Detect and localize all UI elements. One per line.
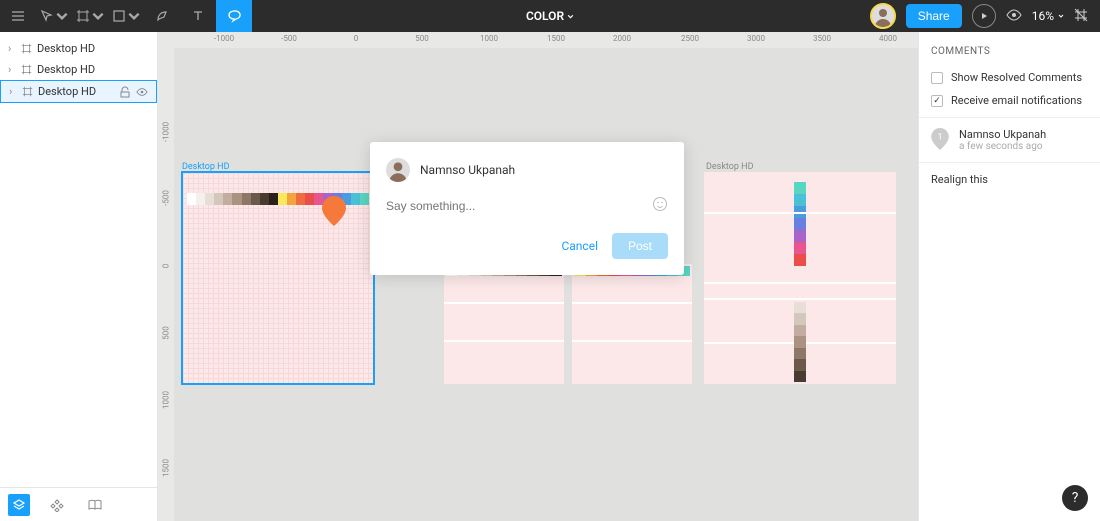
view-icon[interactable]	[1006, 9, 1022, 24]
comment-list-item[interactable]: 1 Namnso Ukpanah a few seconds ago	[931, 128, 1088, 152]
zoom-level[interactable]: 16%	[1032, 9, 1064, 23]
comments-title: COMMENTS	[931, 46, 1088, 57]
comment-author-avatar	[386, 158, 410, 182]
frame-icon	[21, 64, 32, 75]
comment-input[interactable]	[386, 199, 652, 213]
layer-name: Desktop HD	[37, 63, 95, 76]
artboard-group[interactable]	[444, 264, 692, 384]
comment-item-time: a few seconds ago	[959, 141, 1046, 152]
user-avatar[interactable]	[870, 3, 896, 29]
frame-icon	[22, 86, 33, 97]
layer-name: Desktop HD	[37, 42, 95, 55]
layer-name: Desktop HD	[38, 85, 96, 98]
show-resolved-checkbox[interactable]	[931, 72, 943, 84]
shape-tool[interactable]	[108, 0, 144, 32]
svg-text:1: 1	[938, 133, 943, 143]
ruler-horizontal: -1000-5000500100015002000250030003500400…	[174, 32, 918, 48]
ruler-vertical: -1000-500050010001500	[158, 48, 174, 521]
frame-tool[interactable]	[72, 0, 108, 32]
comment-item-author: Namnso Ukpanah	[959, 128, 1046, 141]
cancel-button[interactable]: Cancel	[561, 239, 598, 253]
post-button[interactable]: Post	[612, 233, 668, 259]
comment-author-name: Namnso Ukpanah	[420, 163, 515, 177]
pen-tool[interactable]	[144, 0, 180, 32]
layer-item[interactable]: › Desktop HD	[0, 38, 157, 59]
help-button[interactable]: ?	[1062, 485, 1088, 511]
artboard-label[interactable]: Desktop HD	[182, 162, 230, 172]
top-toolbar: COLOR Share 16%	[0, 0, 1100, 32]
layer-item[interactable]: › Desktop HD	[0, 80, 157, 103]
library-tab-icon[interactable]	[84, 494, 106, 516]
layers-panel: › Desktop HD › Desktop HD › Desktop HD	[0, 32, 158, 521]
pixel-grid-icon[interactable]	[1074, 8, 1088, 25]
email-notifications-label: Receive email notifications	[951, 94, 1082, 107]
ruler-corner	[158, 32, 174, 48]
artboard-2[interactable]	[704, 172, 896, 384]
text-tool[interactable]	[180, 0, 216, 32]
show-resolved-label: Show Resolved Comments	[951, 71, 1082, 84]
comment-popup: Namnso Ukpanah Cancel Post	[370, 142, 684, 275]
components-tab-icon[interactable]	[46, 494, 68, 516]
comment-pin[interactable]	[322, 196, 346, 226]
emoji-icon[interactable]	[652, 196, 668, 215]
eye-icon[interactable]	[136, 86, 148, 98]
layers-tab-icon[interactable]	[8, 494, 30, 516]
comment-item-text: Realign this	[931, 173, 1088, 186]
play-button[interactable]	[972, 4, 996, 28]
move-tool[interactable]	[36, 0, 72, 32]
unlock-icon[interactable]	[119, 86, 131, 98]
comment-tool[interactable]	[216, 0, 252, 32]
layer-item[interactable]: › Desktop HD	[0, 59, 157, 80]
canvas[interactable]: -1000-5000500100015002000250030003500400…	[158, 32, 918, 521]
left-bottom-tools	[0, 487, 157, 521]
comments-panel: COMMENTS Show Resolved Comments Receive …	[918, 32, 1100, 521]
frame-icon	[21, 43, 32, 54]
menu-button[interactable]	[0, 0, 36, 32]
artboard-label[interactable]: Desktop HD	[706, 162, 754, 172]
email-notifications-checkbox[interactable]	[931, 95, 943, 107]
share-button[interactable]: Share	[906, 4, 962, 28]
